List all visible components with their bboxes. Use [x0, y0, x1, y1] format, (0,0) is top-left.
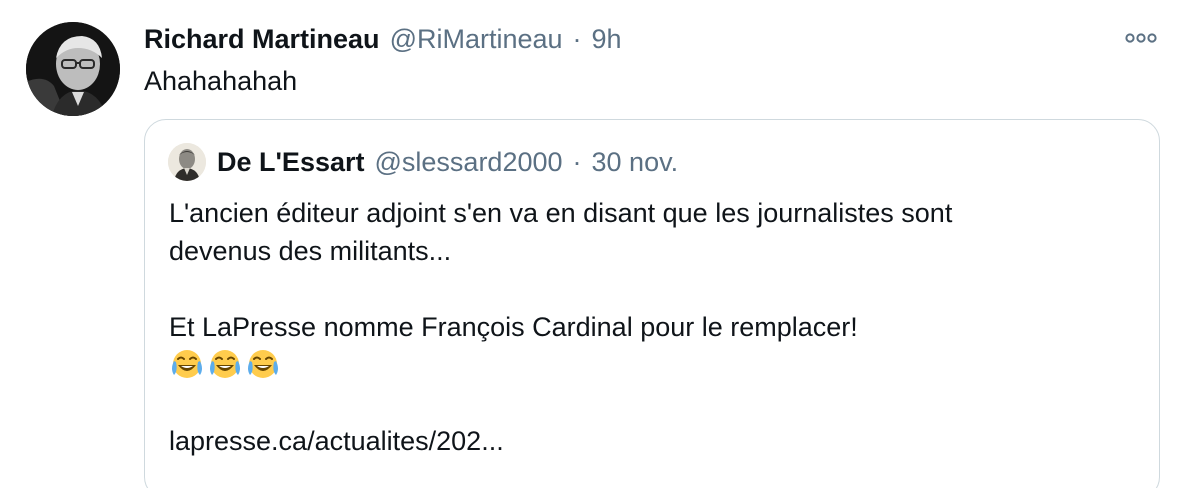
face-with-tears-of-joy-icon — [248, 350, 278, 378]
separator-dot: · — [572, 147, 582, 177]
author-handle[interactable]: @RiMartineau — [390, 20, 563, 58]
quoted-author-avatar[interactable] — [168, 143, 206, 181]
quoted-tweet-text: L'ancien éditeur adjoint s'en va en disa… — [169, 194, 1129, 460]
face-with-tears-of-joy-icon — [210, 350, 240, 378]
quoted-author-display-name[interactable]: De L'Essart — [217, 144, 365, 180]
separator-dot: · — [572, 24, 582, 54]
quoted-tweet-header: De L'Essart @slessard2000 · 30 nov. — [217, 144, 678, 180]
tweet-timestamp[interactable]: 9h — [592, 20, 622, 58]
tweet-text: Ahahahahah — [144, 66, 298, 96]
quoted-author-handle[interactable]: @slessard2000 — [375, 144, 563, 180]
tweet[interactable]: Richard Martineau @RiMartineau · 9h Ahah… — [0, 0, 1198, 488]
quoted-text-line: devenus des militants... — [169, 236, 452, 266]
quoted-tweet-card[interactable]: De L'Essart @slessard2000 · 30 nov. L'an… — [144, 119, 1160, 488]
quoted-tweet-timestamp[interactable]: 30 nov. — [592, 144, 679, 180]
quoted-text-line: L'ancien éditeur adjoint s'en va en disa… — [169, 198, 953, 228]
more-horizontal-icon — [1125, 33, 1157, 43]
tweet-header: Richard Martineau @RiMartineau · 9h — [144, 20, 622, 58]
author-display-name[interactable]: Richard Martineau — [144, 20, 380, 58]
emoji-row — [169, 346, 1129, 384]
more-options-button[interactable] — [1122, 26, 1160, 50]
author-avatar[interactable] — [26, 22, 120, 116]
face-with-tears-of-joy-icon — [172, 350, 202, 378]
quoted-tweet-link[interactable]: lapresse.ca/actualites/202... — [169, 422, 1129, 460]
quoted-text-line: Et LaPresse nomme François Cardinal pour… — [169, 312, 858, 342]
